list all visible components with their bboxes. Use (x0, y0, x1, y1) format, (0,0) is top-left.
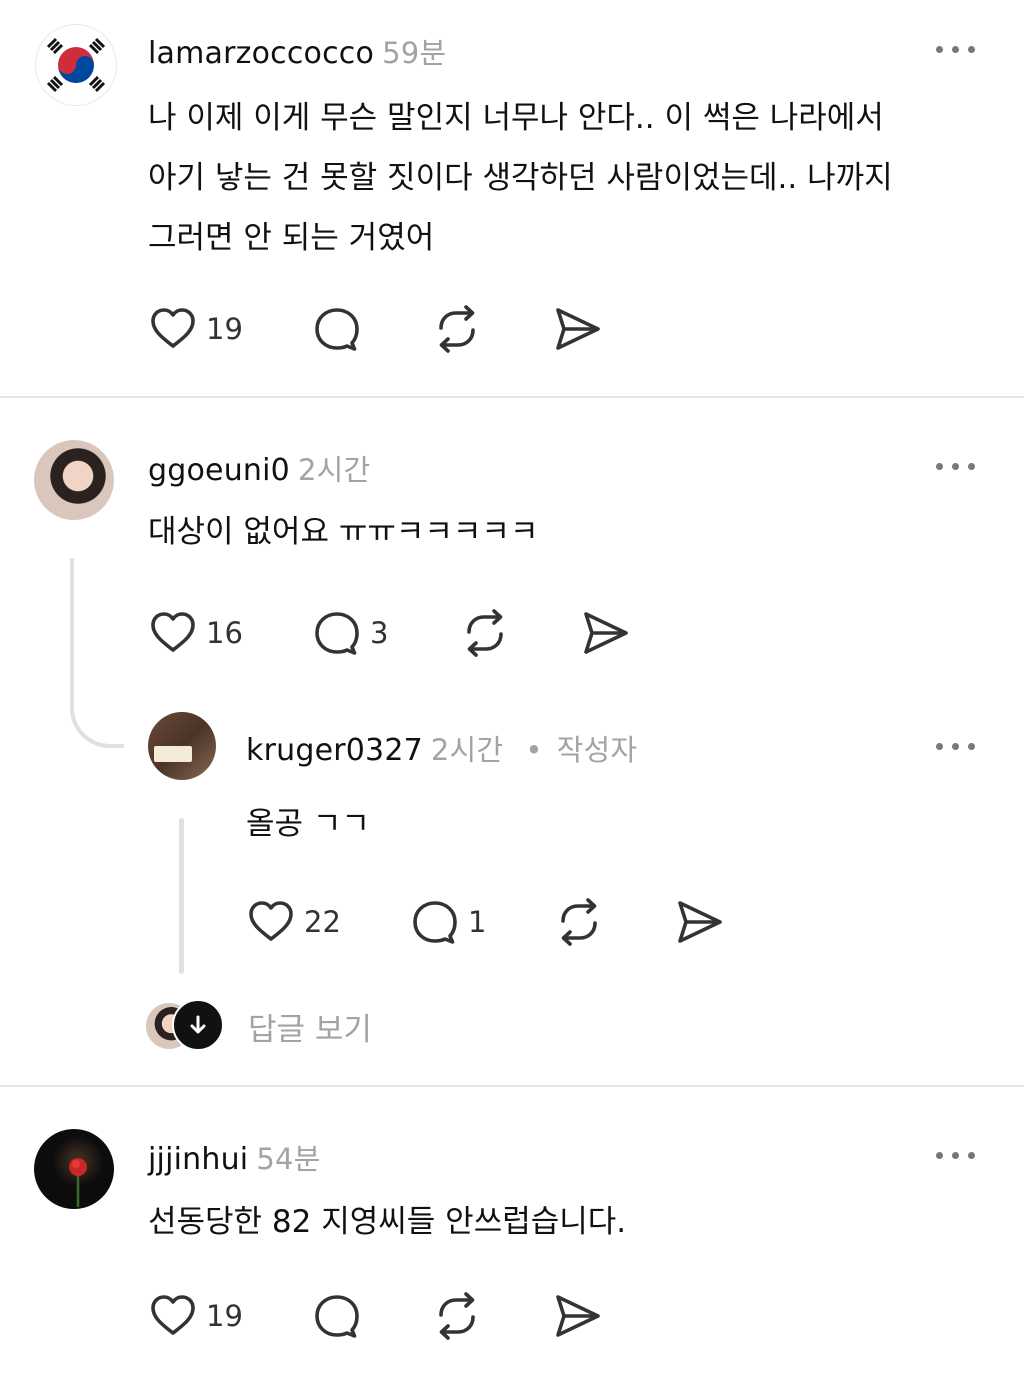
reply-count: 3 (370, 616, 389, 650)
username[interactable]: lamarzoccocco (148, 36, 374, 71)
avatar[interactable] (35, 24, 117, 106)
korea-flag-icon (46, 37, 106, 93)
more-icon[interactable] (936, 39, 980, 59)
username[interactable]: jjjinhui (148, 1142, 248, 1177)
comment-text: 선동당한 82 지영씨들 안쓰럽습니다. (148, 1192, 626, 1252)
like-button[interactable]: 16 (148, 608, 243, 658)
comment-icon (312, 1291, 362, 1341)
like-count: 22 (304, 905, 341, 939)
repost-button[interactable] (432, 304, 482, 354)
username-row: kruger0327 2시간 • 작성자 (246, 727, 637, 769)
comment-line: 그러면 안 되는 거였어 (148, 220, 435, 256)
timestamp: 2시간 (297, 453, 371, 487)
comment-line: 선동당한 82 지영씨들 안쓰럽습니다. (148, 1204, 627, 1240)
author-badge: 작성자 (556, 733, 638, 767)
comment-icon (312, 608, 362, 658)
comment-line: 올공 ㄱㄱ (246, 806, 370, 842)
comment-icon (410, 897, 460, 947)
more-icon[interactable] (936, 736, 980, 756)
avatar[interactable] (34, 440, 114, 520)
share-icon (580, 608, 630, 658)
share-icon (552, 304, 602, 354)
more-icon[interactable] (936, 456, 980, 476)
thread-line (70, 558, 124, 748)
avatar[interactable] (34, 1129, 114, 1209)
share-button[interactable] (580, 608, 630, 658)
comment-text: 올공 ㄱㄱ (246, 794, 370, 854)
heart-icon (148, 304, 198, 354)
like-count: 16 (206, 616, 243, 650)
divider (0, 396, 1024, 398)
username-row: lamarzoccocco 59분 (148, 30, 446, 72)
repost-button[interactable] (554, 897, 604, 947)
share-icon (552, 1291, 602, 1341)
timestamp: 59분 (382, 36, 447, 70)
like-button[interactable]: 19 (148, 1291, 243, 1341)
like-count: 19 (206, 1299, 243, 1333)
username-row: ggoeuni0 2시간 (148, 447, 370, 489)
username-row: jjjinhui 54분 (148, 1136, 321, 1178)
share-icon (674, 897, 724, 947)
view-replies-label[interactable]: 답글 보기 (248, 1004, 372, 1049)
username[interactable]: kruger0327 (246, 733, 423, 768)
divider (0, 1085, 1024, 1087)
reply-count: 1 (468, 905, 487, 939)
repost-icon (432, 304, 482, 354)
more-icon[interactable] (936, 1145, 980, 1165)
repost-icon (554, 897, 604, 947)
like-button[interactable]: 19 (148, 304, 243, 354)
comment-text: 대상이 없어요 ㅠㅠㅋㅋㅋㅋㅋ (148, 502, 538, 562)
repost-icon (432, 1291, 482, 1341)
repost-icon (460, 608, 510, 658)
avatar[interactable] (148, 712, 216, 780)
arrow-down-icon (172, 999, 224, 1051)
comment-line: 나 이제 이게 무슨 말인지 너무나 안다.. 이 썩은 나라에서 (148, 100, 884, 136)
comment-text: 나 이제 이게 무슨 말인지 너무나 안다.. 이 썩은 나라에서 아기 낳는 … (148, 88, 893, 268)
like-button[interactable]: 22 (246, 897, 341, 947)
like-count: 19 (206, 312, 243, 346)
sign-icon (154, 746, 192, 762)
heart-icon (246, 897, 296, 947)
reply-button[interactable]: 1 (410, 897, 486, 947)
heart-icon (148, 1291, 198, 1341)
heart-icon (148, 608, 198, 658)
reply-button[interactable] (312, 304, 362, 354)
share-button[interactable] (674, 897, 724, 947)
reply-button[interactable]: 3 (312, 608, 388, 658)
rose-icon (69, 1158, 87, 1207)
timestamp: 54분 (256, 1142, 321, 1176)
timestamp: 2시간 (430, 733, 504, 767)
comment-line: 아기 낳는 건 못할 짓이다 생각하던 사람이었는데.. 나까지 (148, 160, 893, 196)
reply-button[interactable] (312, 1291, 362, 1341)
repost-button[interactable] (432, 1291, 482, 1341)
share-button[interactable] (552, 1291, 602, 1341)
repost-button[interactable] (460, 608, 510, 658)
separator: • (525, 733, 543, 767)
comment-icon (312, 304, 362, 354)
username[interactable]: ggoeuni0 (148, 453, 290, 488)
thread-line (179, 818, 184, 974)
share-button[interactable] (552, 304, 602, 354)
comment-line: 대상이 없어요 ㅠㅠㅋㅋㅋㅋㅋ (148, 514, 539, 550)
